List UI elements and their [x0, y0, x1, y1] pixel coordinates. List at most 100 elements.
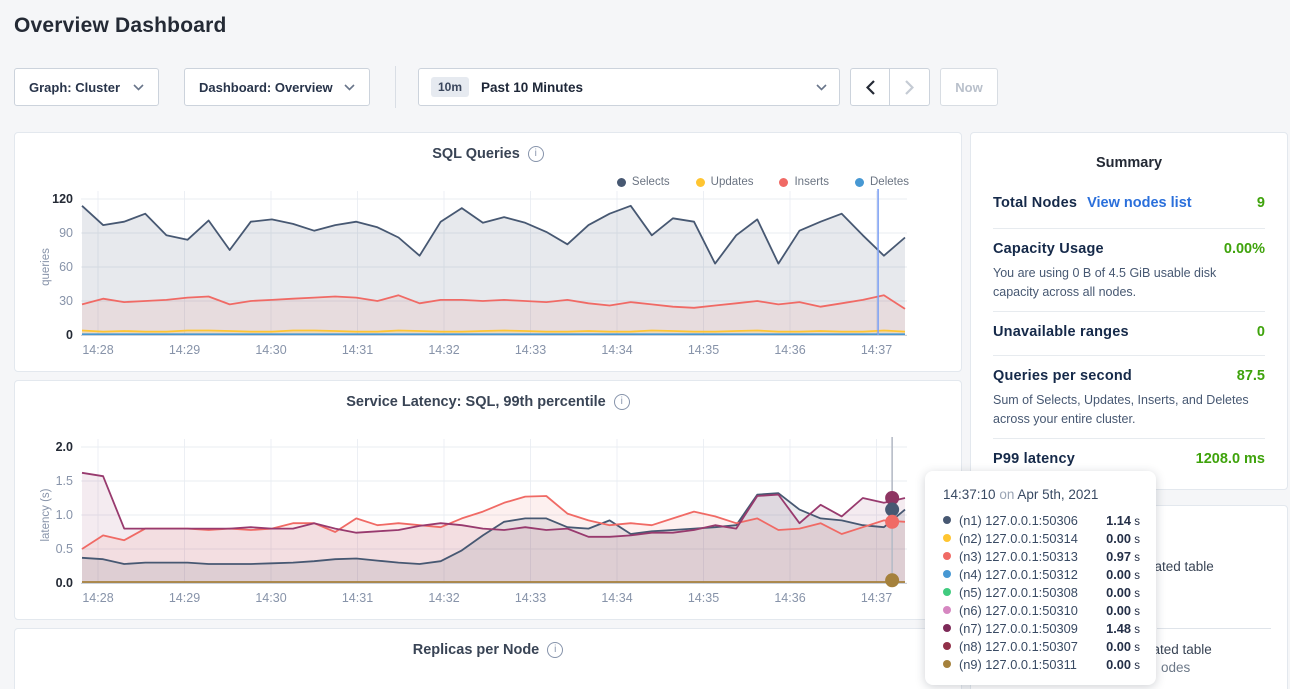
- now-button[interactable]: Now: [940, 68, 998, 106]
- series-dot: [943, 624, 951, 632]
- summary-value: 9: [1257, 195, 1265, 211]
- previous-time-button[interactable]: [850, 68, 890, 106]
- tooltip-node-row: (n8) 127.0.0.1:50307 0.00 s: [943, 637, 1140, 655]
- summary-label: Capacity Usage: [993, 241, 1104, 257]
- time-step-button-group: [850, 68, 930, 106]
- replicas-per-node-title: Replicas per Nodei: [15, 642, 961, 658]
- tooltip-node-value: 0.00 s: [1106, 567, 1140, 582]
- divider: [993, 438, 1265, 439]
- sql-queries-card: SQL Queriesi Selects Updates Inserts Del…: [14, 132, 962, 372]
- tooltip-node-value: 1.14 s: [1106, 513, 1140, 528]
- svg-text:14:36: 14:36: [774, 343, 805, 357]
- tooltip-node-row: (n9) 127.0.0.1:50311 0.00 s: [943, 655, 1140, 673]
- sql-queries-chart[interactable]: 030609012014:2814:2914:3014:3114:3214:33…: [15, 133, 963, 371]
- toolbar-divider: [395, 66, 396, 108]
- svg-text:latency (s): latency (s): [40, 488, 52, 541]
- svg-text:60: 60: [59, 260, 73, 274]
- series-dot: [943, 516, 951, 524]
- summary-value: 0.00%: [1224, 241, 1265, 257]
- summary-row-unavailable-ranges: Unavailable ranges 0: [993, 324, 1265, 340]
- series-dot: [943, 552, 951, 560]
- tooltip-node-label: (n4) 127.0.0.1:50312: [959, 567, 1078, 582]
- series-dot: [943, 660, 951, 668]
- series-dot: [943, 534, 951, 542]
- svg-text:14:29: 14:29: [169, 343, 200, 357]
- summary-label: P99 latency: [993, 451, 1075, 467]
- tooltip-node-row: (n7) 127.0.0.1:50309 1.48 s: [943, 619, 1140, 637]
- tooltip-node-value: 0.00 s: [1106, 531, 1140, 546]
- summary-value: 1208.0 ms: [1196, 451, 1265, 467]
- svg-text:30: 30: [59, 294, 73, 308]
- tooltip-node-label: (n6) 127.0.0.1:50310: [959, 603, 1078, 618]
- tooltip-node-value: 0.00 s: [1106, 585, 1140, 600]
- divider: [993, 355, 1265, 356]
- tooltip-node-value: 0.00 s: [1106, 603, 1140, 618]
- view-nodes-list-link[interactable]: View nodes list: [1087, 195, 1192, 211]
- series-dot: [943, 570, 951, 578]
- svg-text:queries: queries: [40, 248, 52, 286]
- svg-text:1.0: 1.0: [56, 508, 73, 522]
- svg-text:14:32: 14:32: [428, 591, 459, 605]
- tooltip-timestamp: 14:37:10 on Apr 5th, 2021: [943, 487, 1140, 502]
- svg-text:14:35: 14:35: [688, 591, 719, 605]
- summary-row-capacity: Capacity Usage 0.00% You are using 0 B o…: [993, 241, 1265, 303]
- summary-label: Unavailable ranges: [993, 324, 1129, 340]
- svg-text:14:34: 14:34: [601, 343, 632, 357]
- replicas-per-node-card: Replicas per Nodei: [14, 628, 962, 689]
- svg-text:14:28: 14:28: [82, 343, 113, 357]
- time-range-dropdown[interactable]: 10m Past 10 Minutes: [418, 68, 840, 106]
- divider: [993, 228, 1265, 229]
- svg-text:14:35: 14:35: [688, 343, 719, 357]
- tooltip-node-label: (n8) 127.0.0.1:50307: [959, 639, 1078, 654]
- svg-text:0.5: 0.5: [56, 542, 73, 556]
- event-item[interactable]: eated table: [1147, 559, 1214, 574]
- svg-text:14:30: 14:30: [255, 343, 286, 357]
- summary-label: Total Nodes: [993, 195, 1077, 211]
- graph-scope-dropdown[interactable]: Graph: Cluster: [14, 68, 159, 106]
- tooltip-node-value: 0.00 s: [1106, 639, 1140, 654]
- series-dot: [943, 642, 951, 650]
- tooltip-node-label: (n3) 127.0.0.1:50313: [959, 549, 1078, 564]
- series-dot: [943, 606, 951, 614]
- tooltip-node-value: 0.00 s: [1106, 657, 1140, 672]
- tooltip-node-value: 1.48 s: [1106, 621, 1140, 636]
- service-latency-card: Service Latency: SQL, 99th percentilei 0…: [14, 380, 962, 620]
- dashboard-dropdown-label: Dashboard: Overview: [199, 80, 333, 95]
- svg-text:14:37: 14:37: [861, 343, 892, 357]
- tooltip-node-label: (n7) 127.0.0.1:50309: [959, 621, 1078, 636]
- svg-text:0: 0: [66, 328, 73, 342]
- summary-subtext: Sum of Selects, Updates, Inserts, and De…: [993, 391, 1265, 430]
- summary-title: Summary: [971, 133, 1287, 171]
- tooltip-node-row: (n2) 127.0.0.1:50314 0.00 s: [943, 529, 1140, 547]
- tooltip-node-label: (n2) 127.0.0.1:50314: [959, 531, 1078, 546]
- svg-text:14:28: 14:28: [82, 591, 113, 605]
- svg-text:2.0: 2.0: [56, 440, 73, 454]
- summary-label: Queries per second: [993, 368, 1132, 384]
- divider: [1157, 628, 1271, 629]
- svg-text:1.5: 1.5: [56, 474, 73, 488]
- svg-text:14:31: 14:31: [342, 591, 373, 605]
- next-time-button[interactable]: [890, 68, 930, 106]
- tooltip-node-label: (n1) 127.0.0.1:50306: [959, 513, 1078, 528]
- summary-subtext: You are using 0 B of 4.5 GiB usable disk…: [993, 264, 1265, 303]
- event-item[interactable]: odes: [1161, 660, 1190, 675]
- summary-panel: Summary Total Nodes View nodes list 9 Ca…: [970, 132, 1288, 490]
- tooltip-node-label: (n9) 127.0.0.1:50311: [959, 657, 1077, 672]
- graph-scope-label: Graph: Cluster: [29, 80, 120, 95]
- summary-row-total-nodes: Total Nodes View nodes list 9: [993, 195, 1265, 211]
- service-latency-chart[interactable]: 0.00.51.01.52.014:2814:2914:3014:3114:32…: [15, 381, 963, 619]
- chevron-down-icon: [816, 84, 827, 91]
- page-title: Overview Dashboard: [14, 14, 227, 38]
- chevron-down-icon: [133, 84, 144, 91]
- now-button-label: Now: [955, 80, 982, 95]
- svg-text:14:37: 14:37: [861, 591, 892, 605]
- dashboard-dropdown[interactable]: Dashboard: Overview: [184, 68, 370, 106]
- chart-hover-tooltip: 14:37:10 on Apr 5th, 2021 (n1) 127.0.0.1…: [925, 471, 1156, 685]
- tooltip-node-row: (n6) 127.0.0.1:50310 0.00 s: [943, 601, 1140, 619]
- time-range-badge: 10m: [431, 77, 469, 97]
- svg-text:14:30: 14:30: [255, 591, 286, 605]
- svg-text:14:34: 14:34: [601, 591, 632, 605]
- svg-text:14:32: 14:32: [428, 343, 459, 357]
- info-icon[interactable]: i: [547, 642, 563, 658]
- svg-text:14:33: 14:33: [515, 343, 546, 357]
